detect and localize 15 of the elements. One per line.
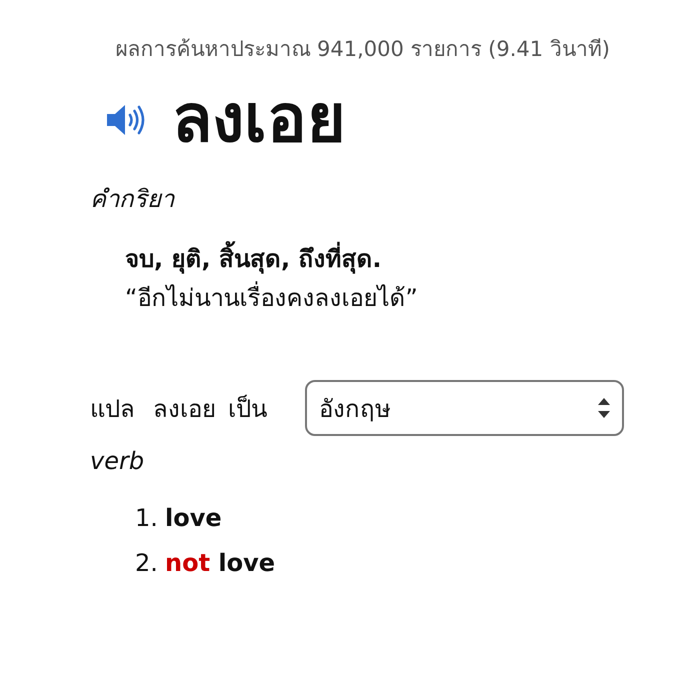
example-sentence: “อีกไม่นานเรื่องคงลงเอยได้” bbox=[90, 283, 624, 314]
sort-arrows-icon bbox=[598, 398, 610, 418]
headword: ลงเอย bbox=[172, 83, 346, 156]
translate-label: แปล bbox=[90, 394, 135, 425]
language-select[interactable]: อังกฤษ bbox=[305, 380, 624, 436]
result-stats: ผลการค้นหาประมาณ 941,000 รายการ (9.41 วินาที) bbox=[114, 36, 611, 63]
speaker-icon[interactable] bbox=[106, 102, 146, 137]
sense-number: 1. bbox=[135, 502, 159, 534]
translation-text: not love bbox=[165, 548, 276, 579]
source-word: ลงเอย bbox=[153, 394, 216, 425]
translation-text: love bbox=[165, 502, 222, 534]
sense-number: 2. bbox=[135, 548, 159, 579]
translation-part-of-speech: verb bbox=[90, 446, 146, 478]
part-of-speech: คำกริยา bbox=[90, 184, 176, 215]
target-label: เป็น bbox=[228, 394, 267, 425]
